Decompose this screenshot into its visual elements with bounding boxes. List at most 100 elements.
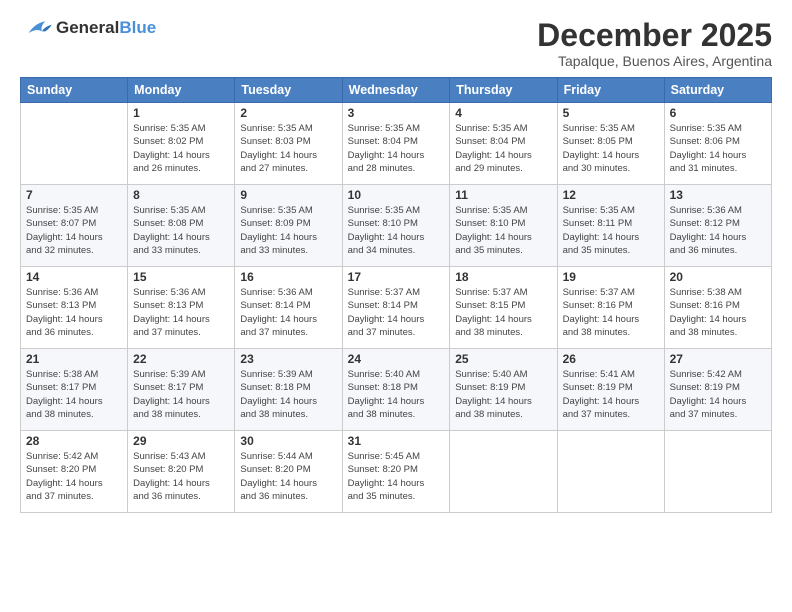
day-cell: 10 Sunrise: 5:35 AMSunset: 8:10 PMDayligh…: [342, 185, 450, 267]
day-info: Sunrise: 5:44 AMSunset: 8:20 PMDaylight:…: [240, 450, 336, 503]
logo-icon: [20, 18, 52, 38]
logo-blue: Blue: [119, 18, 156, 37]
day-cell: 11Sunrise: 5:35 AMSunset: 8:10 PMDayligh…: [450, 185, 557, 267]
day-number: 23: [240, 352, 336, 366]
day-info: Sunrise: 5:35 AMSunset: 8:08 PMDaylight:…: [133, 204, 229, 257]
day-info: Sunrise: 5:35 AMSunset: 8:02 PMDaylight:…: [133, 122, 229, 175]
day-cell: [450, 431, 557, 513]
day-info: Sunrise: 5:35 AMSunset: 8:11 PMDaylight:…: [563, 204, 659, 257]
day-number: 7: [26, 188, 122, 202]
header-saturday: Saturday: [664, 78, 771, 103]
day-number: 19: [563, 270, 659, 284]
day-cell: 23 Sunrise: 5:39 AMSunset: 8:18 PMDayligh…: [235, 349, 342, 431]
day-number: 21: [26, 352, 122, 366]
day-cell: 14Sunrise: 5:36 AMSunset: 8:13 PMDayligh…: [21, 267, 128, 349]
logo-text: GeneralBlue: [56, 18, 156, 38]
header-thursday: Thursday: [450, 78, 557, 103]
day-cell: [557, 431, 664, 513]
day-info: Sunrise: 5:35 AMSunset: 8:04 PMDaylight:…: [348, 122, 445, 175]
day-cell: 16 Sunrise: 5:36 AMSunset: 8:14 PMDayligh…: [235, 267, 342, 349]
subtitle: Tapalque, Buenos Aires, Argentina: [537, 53, 772, 69]
day-number: 22: [133, 352, 229, 366]
day-number: 30: [240, 434, 336, 448]
day-cell: 20 Sunrise: 5:38 AMSunset: 8:16 PMDayligh…: [664, 267, 771, 349]
day-number: 1: [133, 106, 229, 120]
header-monday: Monday: [128, 78, 235, 103]
day-number: 28: [26, 434, 122, 448]
day-info: Sunrise: 5:35 AMSunset: 8:07 PMDaylight:…: [26, 204, 122, 257]
day-info: Sunrise: 5:36 AMSunset: 8:13 PMDaylight:…: [133, 286, 229, 339]
day-number: 11: [455, 188, 551, 202]
header-sunday: Sunday: [21, 78, 128, 103]
day-info: Sunrise: 5:35 AMSunset: 8:06 PMDaylight:…: [670, 122, 766, 175]
day-cell: 26Sunrise: 5:41 AMSunset: 8:19 PMDayligh…: [557, 349, 664, 431]
day-cell: 22 Sunrise: 5:39 AMSunset: 8:17 PMDayligh…: [128, 349, 235, 431]
day-number: 15: [133, 270, 229, 284]
week-row-3: 21 Sunrise: 5:38 AMSunset: 8:17 PMDayligh…: [21, 349, 772, 431]
day-info: Sunrise: 5:38 AMSunset: 8:17 PMDaylight:…: [26, 368, 122, 421]
day-info: Sunrise: 5:35 AMSunset: 8:04 PMDaylight:…: [455, 122, 551, 175]
day-info: Sunrise: 5:35 AMSunset: 8:09 PMDaylight:…: [240, 204, 336, 257]
week-row-2: 14Sunrise: 5:36 AMSunset: 8:13 PMDayligh…: [21, 267, 772, 349]
day-cell: 18 Sunrise: 5:37 AMSunset: 8:15 PMDayligh…: [450, 267, 557, 349]
day-cell: 13 Sunrise: 5:36 AMSunset: 8:12 PMDayligh…: [664, 185, 771, 267]
day-number: 8: [133, 188, 229, 202]
day-info: Sunrise: 5:36 AMSunset: 8:14 PMDaylight:…: [240, 286, 336, 339]
day-info: Sunrise: 5:36 AMSunset: 8:13 PMDaylight:…: [26, 286, 122, 339]
day-cell: 1 Sunrise: 5:35 AMSunset: 8:02 PMDaylight…: [128, 103, 235, 185]
day-number: 12: [563, 188, 659, 202]
day-number: 5: [563, 106, 659, 120]
title-section: December 2025 Tapalque, Buenos Aires, Ar…: [537, 18, 772, 69]
day-number: 2: [240, 106, 336, 120]
day-number: 9: [240, 188, 336, 202]
day-cell: 19 Sunrise: 5:37 AMSunset: 8:16 PMDayligh…: [557, 267, 664, 349]
week-row-4: 28 Sunrise: 5:42 AMSunset: 8:20 PMDayligh…: [21, 431, 772, 513]
day-cell: 17Sunrise: 5:37 AMSunset: 8:14 PMDayligh…: [342, 267, 450, 349]
day-cell: 24Sunrise: 5:40 AMSunset: 8:18 PMDayligh…: [342, 349, 450, 431]
day-info: Sunrise: 5:35 AMSunset: 8:10 PMDaylight:…: [348, 204, 445, 257]
header: GeneralBlue December 2025 Tapalque, Buen…: [20, 18, 772, 69]
day-cell: 6 Sunrise: 5:35 AMSunset: 8:06 PMDaylight…: [664, 103, 771, 185]
day-number: 31: [348, 434, 445, 448]
day-cell: 21 Sunrise: 5:38 AMSunset: 8:17 PMDayligh…: [21, 349, 128, 431]
day-cell: 4 Sunrise: 5:35 AMSunset: 8:04 PMDaylight…: [450, 103, 557, 185]
day-number: 6: [670, 106, 766, 120]
day-number: 16: [240, 270, 336, 284]
day-number: 29: [133, 434, 229, 448]
header-row: Sunday Monday Tuesday Wednesday Thursday…: [21, 78, 772, 103]
day-cell: 7 Sunrise: 5:35 AMSunset: 8:07 PMDaylight…: [21, 185, 128, 267]
day-cell: 2Sunrise: 5:35 AMSunset: 8:03 PMDaylight…: [235, 103, 342, 185]
week-row-0: 1 Sunrise: 5:35 AMSunset: 8:02 PMDaylight…: [21, 103, 772, 185]
day-info: Sunrise: 5:37 AMSunset: 8:16 PMDaylight:…: [563, 286, 659, 339]
day-number: 18: [455, 270, 551, 284]
day-info: Sunrise: 5:39 AMSunset: 8:18 PMDaylight:…: [240, 368, 336, 421]
day-cell: [664, 431, 771, 513]
day-info: Sunrise: 5:42 AMSunset: 8:20 PMDaylight:…: [26, 450, 122, 503]
day-cell: 12 Sunrise: 5:35 AMSunset: 8:11 PMDayligh…: [557, 185, 664, 267]
day-info: Sunrise: 5:35 AMSunset: 8:05 PMDaylight:…: [563, 122, 659, 175]
day-number: 4: [455, 106, 551, 120]
day-info: Sunrise: 5:39 AMSunset: 8:17 PMDaylight:…: [133, 368, 229, 421]
day-number: 13: [670, 188, 766, 202]
day-cell: 31 Sunrise: 5:45 AMSunset: 8:20 PMDayligh…: [342, 431, 450, 513]
day-number: 24: [348, 352, 445, 366]
logo-general: General: [56, 18, 119, 37]
day-cell: 29Sunrise: 5:43 AMSunset: 8:20 PMDayligh…: [128, 431, 235, 513]
header-friday: Friday: [557, 78, 664, 103]
day-number: 3: [348, 106, 445, 120]
calendar-table: Sunday Monday Tuesday Wednesday Thursday…: [20, 77, 772, 513]
day-info: Sunrise: 5:41 AMSunset: 8:19 PMDaylight:…: [563, 368, 659, 421]
day-info: Sunrise: 5:37 AMSunset: 8:15 PMDaylight:…: [455, 286, 551, 339]
day-cell: 15 Sunrise: 5:36 AMSunset: 8:13 PMDayligh…: [128, 267, 235, 349]
header-tuesday: Tuesday: [235, 78, 342, 103]
day-cell: 5 Sunrise: 5:35 AMSunset: 8:05 PMDaylight…: [557, 103, 664, 185]
day-info: Sunrise: 5:45 AMSunset: 8:20 PMDaylight:…: [348, 450, 445, 503]
day-number: 20: [670, 270, 766, 284]
day-info: Sunrise: 5:36 AMSunset: 8:12 PMDaylight:…: [670, 204, 766, 257]
day-number: 10: [348, 188, 445, 202]
day-cell: 8 Sunrise: 5:35 AMSunset: 8:08 PMDaylight…: [128, 185, 235, 267]
day-cell: 3 Sunrise: 5:35 AMSunset: 8:04 PMDaylight…: [342, 103, 450, 185]
day-cell: 28 Sunrise: 5:42 AMSunset: 8:20 PMDayligh…: [21, 431, 128, 513]
week-row-1: 7 Sunrise: 5:35 AMSunset: 8:07 PMDaylight…: [21, 185, 772, 267]
day-info: Sunrise: 5:38 AMSunset: 8:16 PMDaylight:…: [670, 286, 766, 339]
